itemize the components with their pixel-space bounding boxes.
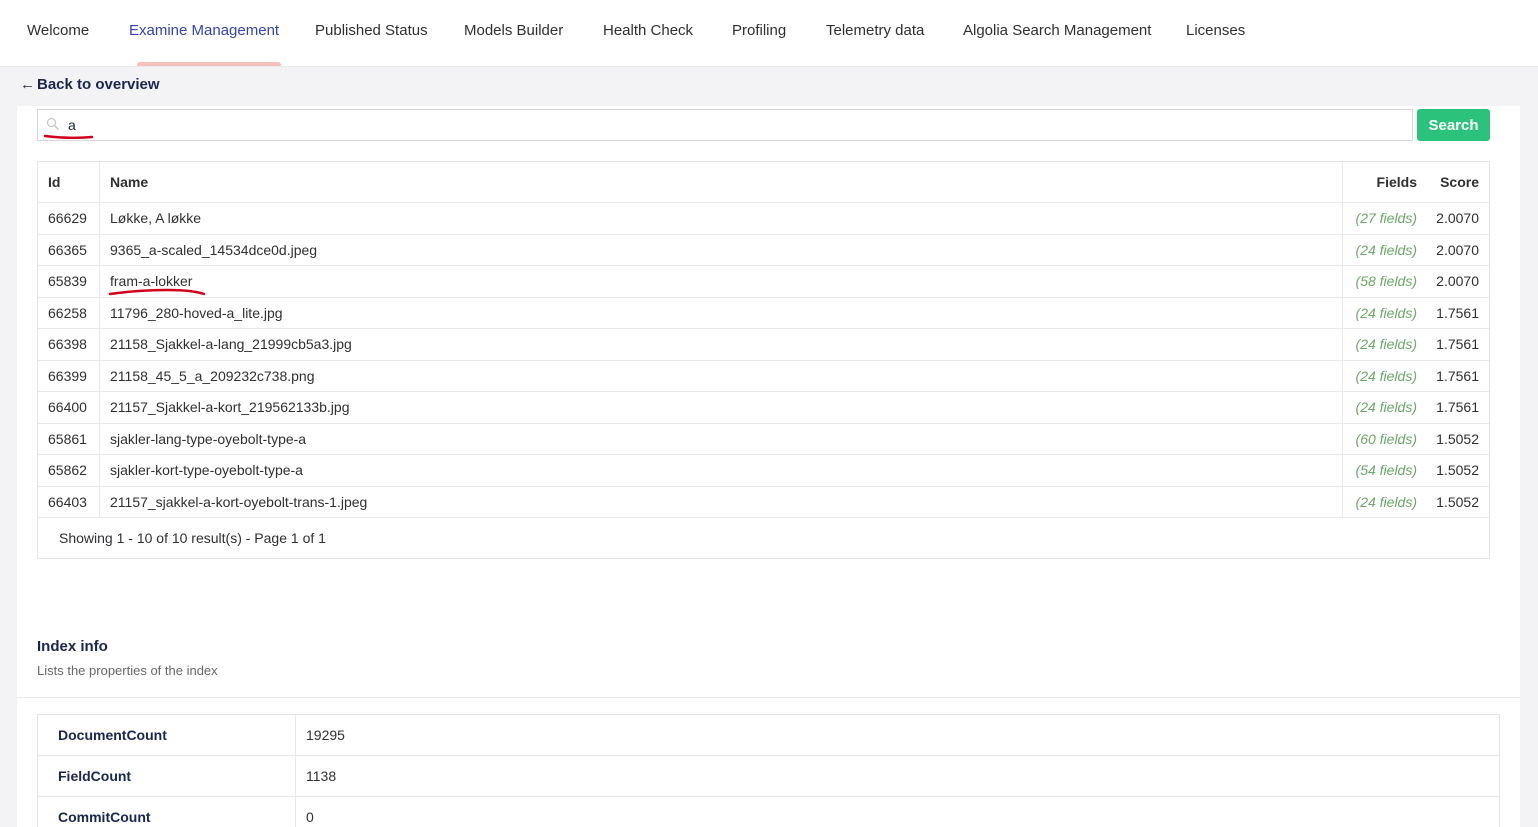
result-fields-link[interactable]: (24 fields) [1343,487,1425,518]
tab-health-check[interactable]: Health Check [603,0,693,67]
result-score: 1.7561 [1436,367,1479,384]
info-row: FieldCount 1138 [38,756,1499,797]
table-row: 66403 21157_sjakkel-a-kort-oyebolt-trans… [38,486,1489,518]
result-score: 1.7561 [1436,399,1479,416]
info-value: 1138 [306,768,337,784]
result-name: 9365_a-scaled_14534dce0d.jpeg [100,234,1343,265]
search-input[interactable] [68,114,1398,136]
result-name: 21158_45_5_a_209232c738.png [100,360,1343,391]
result-score: 1.7561 [1436,336,1479,353]
search-button[interactable]: Search [1417,109,1490,141]
tab-welcome[interactable]: Welcome [27,0,89,67]
index-info-title: Index info [37,638,108,655]
result-name: 11796_280-hoved-a_lite.jpg [100,297,1343,328]
result-score: 2.0070 [1436,210,1479,227]
info-value: 0 [306,809,314,825]
info-row: DocumentCount 19295 [38,715,1499,756]
result-fields-link[interactable]: (54 fields) [1343,455,1425,486]
result-id: 65862 [38,455,100,486]
table-row: 66258 11796_280-hoved-a_lite.jpg (24 fie… [38,297,1489,329]
column-header-fields: Fields [1376,174,1417,190]
search-box[interactable] [37,109,1413,141]
result-name: fram-a-lokker [100,266,1343,297]
result-fields-link[interactable]: (24 fields) [1343,392,1425,423]
result-score: 2.0070 [1436,241,1479,258]
table-row: 65861 sjakler-lang-type-oyebolt-type-a (… [38,423,1489,455]
table-row: 66399 21158_45_5_a_209232c738.png (24 fi… [38,360,1489,392]
back-link-label: Back to overview [37,76,160,93]
result-id: 66398 [38,329,100,360]
column-header-score: Score [1440,174,1479,190]
result-id: 66403 [38,486,100,517]
column-header-id: Id [38,162,100,202]
result-fields-link[interactable]: (60 fields) [1343,424,1425,455]
tab-models-builder[interactable]: Models Builder [464,0,563,67]
search-results-table: Id Name Fields Score 66629 Løkke, A løkk… [37,161,1490,559]
result-score: 2.0070 [1436,273,1479,290]
info-key: CommitCount [38,797,296,827]
result-name: Løkke, A løkke [100,203,1343,234]
pagination-summary: Showing 1 - 10 of 10 result(s) - Page 1 … [59,530,326,546]
table-header-row: Id Name Fields Score [38,162,1489,203]
result-id: 66629 [38,203,100,234]
table-row: 66400 21157_Sjakkel-a-kort_219562133b.jp… [38,392,1489,424]
result-name: 21158_Sjakkel-a-lang_21999cb5a3.jpg [100,329,1343,360]
result-fields-link[interactable]: (24 fields) [1343,235,1425,266]
info-value: 19295 [306,727,345,743]
result-id: 65861 [38,423,100,454]
result-score: 1.5052 [1436,430,1479,447]
index-info-description: Lists the properties of the index [37,663,218,678]
result-id: 65839 [38,266,100,297]
index-info-table: DocumentCount 19295 FieldCount 1138 Comm… [37,714,1500,827]
result-name: 21157_sjakkel-a-kort-oyebolt-trans-1.jpe… [100,486,1343,517]
info-key: DocumentCount [38,715,296,755]
back-to-overview-link[interactable]: ← Back to overview [20,76,160,93]
active-tab-indicator [137,62,281,66]
result-fields-link[interactable]: (58 fields) [1343,266,1425,297]
table-row: 65839 fram-a-lokker (58 fields) 2.0070 [38,266,1489,298]
info-key: FieldCount [38,756,296,796]
result-name: sjakler-lang-type-oyebolt-type-a [100,423,1343,454]
examine-panel: Search Id Name Fields Score 66629 Løkke,… [17,106,1520,827]
result-id: 66365 [38,234,100,265]
result-score: 1.5052 [1436,462,1479,479]
result-fields-link[interactable]: (24 fields) [1343,361,1425,392]
tab-licenses[interactable]: Licenses [1186,0,1245,67]
result-fields-link[interactable]: (27 fields) [1343,203,1425,234]
result-score: 1.5052 [1436,493,1479,510]
table-row: 66629 Løkke, A løkke (27 fields) 2.0070 [38,203,1489,235]
result-score: 1.7561 [1436,304,1479,321]
column-header-name: Name [100,162,1343,202]
table-row: 66365 9365_a-scaled_14534dce0d.jpeg (24 … [38,234,1489,266]
tab-published-status[interactable]: Published Status [315,0,428,67]
tab-examine-management[interactable]: Examine Management [129,0,279,67]
section-divider [17,697,1520,698]
result-id: 66258 [38,297,100,328]
result-name: 21157_Sjakkel-a-kort_219562133b.jpg [100,392,1343,423]
tab-profiling[interactable]: Profiling [732,0,786,67]
result-fields-link[interactable]: (24 fields) [1343,298,1425,329]
result-fields-link[interactable]: (24 fields) [1343,329,1425,360]
search-icon [46,117,60,131]
info-row: CommitCount 0 [38,797,1499,827]
result-id: 66399 [38,360,100,391]
table-row: 66398 21158_Sjakkel-a-lang_21999cb5a3.jp… [38,329,1489,361]
tab-algolia-search-management[interactable]: Algolia Search Management [963,0,1151,67]
result-id: 66400 [38,392,100,423]
result-name: sjakler-kort-type-oyebolt-type-a [100,455,1343,486]
tab-telemetry-data[interactable]: Telemetry data [826,0,924,67]
arrow-left-icon: ← [20,76,35,93]
table-row: 65862 sjakler-kort-type-oyebolt-type-a (… [38,455,1489,487]
section-tabs: Welcome Examine Management Published Sta… [0,0,1538,67]
